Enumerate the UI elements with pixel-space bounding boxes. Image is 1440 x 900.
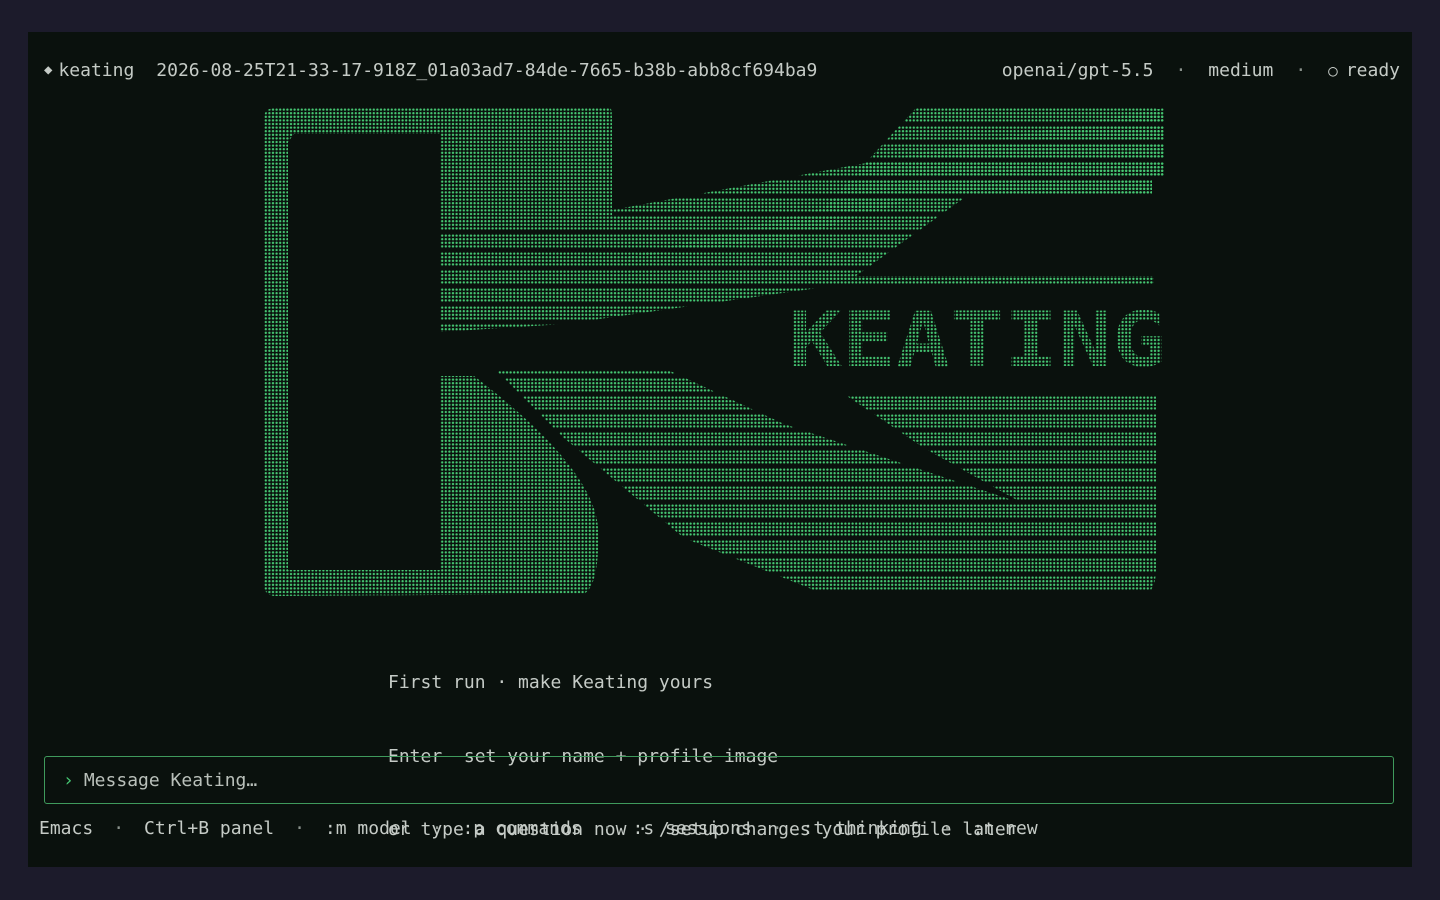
message-input[interactable] [83,769,1393,791]
footer-item-new[interactable]: :n new [973,818,1038,839]
footer-item-panel[interactable]: Ctrl+B panel [144,818,274,839]
diamond-icon: ◆ [44,62,53,78]
footer-separator: · [941,818,953,839]
status-header: ◆ keating 2026-08-25T21-33-17-918Z_01a03… [44,58,1400,82]
model-name[interactable]: openai/gpt-5.5 [1002,60,1154,81]
logo-graphic: KEATING [264,108,1164,596]
footer-separator: · [771,818,783,839]
header-separator: · [1175,59,1187,81]
footer-item-emacs[interactable]: Emacs [39,818,93,839]
keating-logo: KEATING [264,108,1164,598]
header-left: ◆ keating 2026-08-25T21-33-17-918Z_01a03… [44,60,817,81]
intro-line: First run · make Keating yours [388,672,714,693]
footer-separator: · [431,818,443,839]
footer-separator: · [113,818,125,839]
footer-separator: · [601,818,613,839]
status-text: ready [1345,59,1400,81]
header-separator: · [1295,59,1307,81]
logo-stem [264,108,612,596]
terminal-window: ◆ keating 2026-08-25T21-33-17-918Z_01a03… [28,32,1412,867]
session-id: 2026-08-25T21-33-17-918Z_01a03ad7-84de-7… [156,59,818,81]
effort-level[interactable]: medium [1208,60,1273,81]
footer-item-thinking[interactable]: :t thinking [803,818,922,839]
header-right: openai/gpt-5.5 · medium · ○ ready [1002,60,1400,81]
logo-wordmark: KEATING [788,295,1164,384]
footer-item-sessions[interactable]: :s sessions [633,818,752,839]
app-name: keating [58,59,135,81]
footer-item-commands[interactable]: :p commands [462,818,581,839]
prompt-chevron-icon: › [63,769,74,791]
footer-separator: · [294,818,305,839]
message-composer[interactable]: › [44,756,1394,804]
status-ring-icon: ○ [1328,60,1338,80]
footer-item-model[interactable]: :m model [325,818,412,839]
keybinding-footer: Emacs · Ctrl+B panel · :m model · :p com… [39,818,1038,839]
